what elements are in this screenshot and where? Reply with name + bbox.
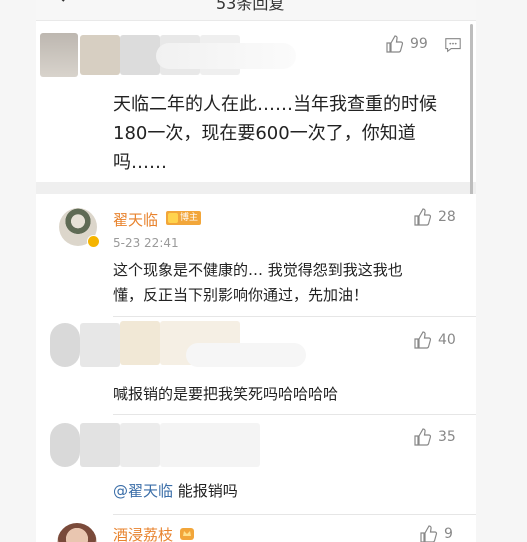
- featured-text-line: 吗……: [113, 152, 167, 173]
- comment-text: 这个现象是不健康的… 我觉得怨到我这我也 懂，反正当下别影响你通过，先加油！: [113, 258, 403, 308]
- badge-label: 博主: [180, 213, 199, 223]
- blurred-avatar: [50, 323, 80, 367]
- comment-text: @翟天临 能报销吗: [113, 479, 238, 504]
- comment-text-body: 能报销吗: [173, 482, 238, 500]
- thumbs-up-icon: [414, 208, 432, 226]
- comment-username[interactable]: 翟天临: [113, 209, 158, 230]
- right-backdrop: [476, 0, 527, 542]
- thumbs-up-icon: [414, 331, 432, 349]
- left-backdrop: [0, 0, 36, 542]
- comment-text-line: 喊报销的是要把我笑死吗哈哈哈哈: [113, 385, 339, 403]
- like-count: 99: [410, 36, 428, 52]
- like-count: 35: [438, 429, 456, 445]
- back-arrow-icon[interactable]: [54, 0, 68, 2]
- comment-text: 喊报销的是要把我笑死吗哈哈哈哈: [113, 382, 338, 407]
- crown-icon: [168, 213, 178, 223]
- thumbs-up-icon: [414, 428, 432, 446]
- blurred-stroke: [156, 43, 296, 69]
- page-title: 53条回复: [216, 0, 285, 13]
- featured-comment[interactable]: 99 天临二年的人在此……当年我查重的时候 180一次，现在要600一次了，你知…: [36, 21, 476, 182]
- like-button[interactable]: 28: [412, 206, 456, 228]
- featured-comment-text: 天临二年的人在此……当年我查重的时候 180一次，现在要600一次了，你知道 吗…: [113, 90, 453, 177]
- blurred-username-part: [160, 423, 260, 467]
- comment-username[interactable]: 酒浸荔枝: [113, 524, 173, 542]
- comment-text-line: 懂，反正当下别影响你通过，先加油！: [113, 286, 369, 304]
- blurred-username-part: [120, 423, 160, 467]
- comment-item[interactable]: 酒浸荔枝 9: [36, 515, 476, 542]
- blurred-username: [80, 35, 120, 75]
- blurred-username-part: [80, 423, 120, 467]
- comment-icon[interactable]: [444, 36, 462, 54]
- section-divider: [36, 182, 476, 194]
- crown-badge-icon: [180, 528, 194, 540]
- blurred-username-part: [80, 323, 120, 367]
- like-button[interactable]: 99: [384, 33, 428, 55]
- thumbs-up-icon: [386, 35, 404, 53]
- comment-time: 5-23 22:41: [113, 236, 179, 250]
- avatar[interactable]: [57, 523, 97, 542]
- verified-badge-icon: [87, 235, 100, 248]
- comment-text-line: 这个现象是不健康的… 我觉得怨到我这我也: [113, 261, 403, 279]
- like-button[interactable]: 9: [418, 523, 453, 542]
- blurred-username-part: [120, 321, 160, 365]
- featured-text-line: 天临二年的人在此……当年我查重的时候: [113, 94, 437, 115]
- blogger-badge: 博主: [166, 211, 202, 225]
- thumbs-up-icon: [420, 525, 438, 542]
- mention-link[interactable]: @翟天临: [113, 482, 173, 500]
- comment-item[interactable]: 40 喊报销的是要把我笑死吗哈哈哈哈: [36, 317, 476, 415]
- comment-item[interactable]: 35 @翟天临 能报销吗: [36, 415, 476, 515]
- comment-item[interactable]: 翟天临 博主 5-23 22:41 28 这个现象是不健康的… 我觉得怨到我这我…: [36, 194, 476, 317]
- like-count: 9: [444, 526, 453, 542]
- like-button[interactable]: 40: [412, 329, 456, 351]
- like-button[interactable]: 35: [412, 426, 456, 448]
- top-navigation-bar: 53条回复: [36, 0, 476, 21]
- blurred-avatar: [40, 33, 78, 77]
- phone-screen: 53条回复 99 天临二年的人在此……当年我查重的时候 180一次，现在要600…: [36, 0, 476, 542]
- blurred-stroke: [186, 343, 306, 367]
- like-count: 28: [438, 209, 456, 225]
- like-count: 40: [438, 332, 456, 348]
- blurred-avatar: [50, 423, 80, 467]
- featured-text-line: 180一次，现在要600一次了，你知道: [113, 123, 416, 144]
- blurred-username-part: [120, 35, 160, 75]
